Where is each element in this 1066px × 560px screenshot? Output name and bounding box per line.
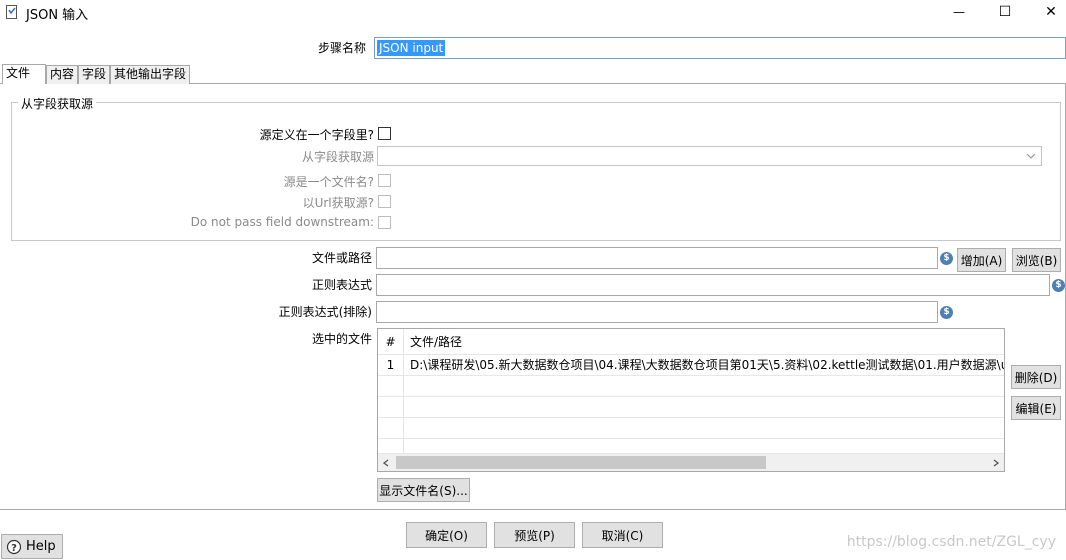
do-not-pass-field-checkbox[interactable] — [378, 216, 391, 229]
show-filenames-button[interactable]: 显示文件名(S)... — [377, 478, 470, 502]
scroll-left-icon[interactable] — [380, 456, 392, 469]
column-header-number[interactable]: # — [378, 329, 404, 355]
maximize-icon: ☐ — [998, 4, 1012, 20]
watermark: https://blog.csdn.net/ZGL_cyy — [846, 534, 1056, 550]
do-not-pass-field-label: Do not pass field downstream: — [190, 215, 374, 229]
browse-button[interactable]: 浏览(B) — [1012, 248, 1061, 272]
help-label: Help — [26, 539, 56, 554]
maximize-button[interactable]: ☐ — [982, 0, 1028, 24]
row-number — [378, 418, 404, 438]
source-field-select[interactable] — [377, 146, 1042, 166]
help-icon: ? — [6, 539, 22, 554]
exclude-regex-input[interactable] — [376, 301, 938, 323]
preview-button[interactable]: 预览(P) — [494, 522, 575, 548]
scrollbar-thumb[interactable] — [396, 456, 766, 469]
help-button[interactable]: ? Help — [1, 534, 63, 559]
svg-text:?: ? — [11, 543, 17, 554]
column-header-file-path[interactable]: 文件/路径 — [410, 329, 462, 355]
table-row[interactable] — [378, 397, 1004, 418]
selected-files-table[interactable]: # 文件/路径 1 D:\课程研发\05.新大数据数仓项目\04.课程\大数据数… — [377, 328, 1005, 472]
read-source-as-url-label: 以Url获取源? — [302, 196, 374, 210]
add-button[interactable]: 增加(A) — [957, 248, 1006, 272]
scroll-right-icon[interactable] — [990, 456, 1002, 469]
read-source-as-url-checkbox[interactable] — [378, 195, 391, 208]
source-in-field-checkbox[interactable] — [378, 127, 391, 140]
delete-button[interactable]: 删除(D) — [1011, 365, 1061, 389]
edit-button[interactable]: 编辑(E) — [1011, 396, 1061, 420]
row-number — [378, 397, 404, 417]
step-name-input[interactable]: JSON input — [374, 37, 1066, 59]
source-is-filename-checkbox[interactable] — [378, 174, 391, 187]
row-number — [378, 376, 404, 396]
tab-content[interactable]: 内容 — [46, 65, 78, 84]
app-icon — [6, 5, 17, 19]
minimize-icon: — — [953, 5, 965, 19]
file-or-directory-input[interactable] — [376, 247, 938, 269]
source-is-filename-label: 源是一个文件名? — [283, 175, 374, 189]
get-source-from-field-label: 从字段获取源 — [301, 150, 374, 164]
table-header: # 文件/路径 — [378, 329, 1004, 355]
horizontal-scrollbar[interactable] — [378, 454, 1004, 471]
source-group-title: 从字段获取源 — [18, 95, 97, 112]
table-row[interactable] — [378, 439, 1004, 454]
regex-input[interactable] — [376, 274, 1050, 296]
row-number: 1 — [378, 355, 404, 375]
variable-icon: $ — [1052, 279, 1065, 292]
tab-fields[interactable]: 字段 — [78, 65, 110, 84]
table-row[interactable] — [378, 418, 1004, 439]
row-file-path: D:\课程研发\05.新大数据数仓项目\04.课程\大数据数仓项目第01天\5.… — [410, 358, 1005, 372]
table-row[interactable]: 1 D:\课程研发\05.新大数据数仓项目\04.课程\大数据数仓项目第01天\… — [378, 355, 1004, 376]
regex-label: 正则表达式 — [311, 278, 372, 292]
close-button[interactable]: ✕ — [1028, 0, 1066, 24]
variable-icon: $ — [940, 252, 953, 265]
row-number — [378, 439, 404, 453]
exclude-regex-label: 正则表达式(排除) — [278, 305, 372, 319]
window-title: JSON 输入 — [26, 8, 89, 23]
source-in-field-label: 源定义在一个字段里? — [259, 128, 374, 142]
ok-button[interactable]: 确定(O) — [406, 522, 487, 548]
file-or-directory-label: 文件或路径 — [311, 251, 372, 265]
table-row[interactable] — [378, 376, 1004, 397]
step-name-label: 步骤名称 — [317, 41, 366, 55]
selected-files-label: 选中的文件 — [311, 332, 372, 346]
minimize-button[interactable]: — — [936, 0, 982, 24]
step-name-value: JSON input — [377, 40, 446, 56]
tab-additional-output-fields[interactable]: 其他输出字段 — [110, 65, 190, 84]
close-icon: ✕ — [1045, 4, 1057, 20]
title-bar: JSON 输入 — ☐ ✕ — [0, 0, 1066, 26]
tab-file[interactable]: 文件 — [2, 64, 46, 84]
cancel-button[interactable]: 取消(C) — [582, 522, 663, 548]
chevron-down-icon — [1023, 148, 1039, 164]
variable-icon: $ — [940, 306, 953, 319]
